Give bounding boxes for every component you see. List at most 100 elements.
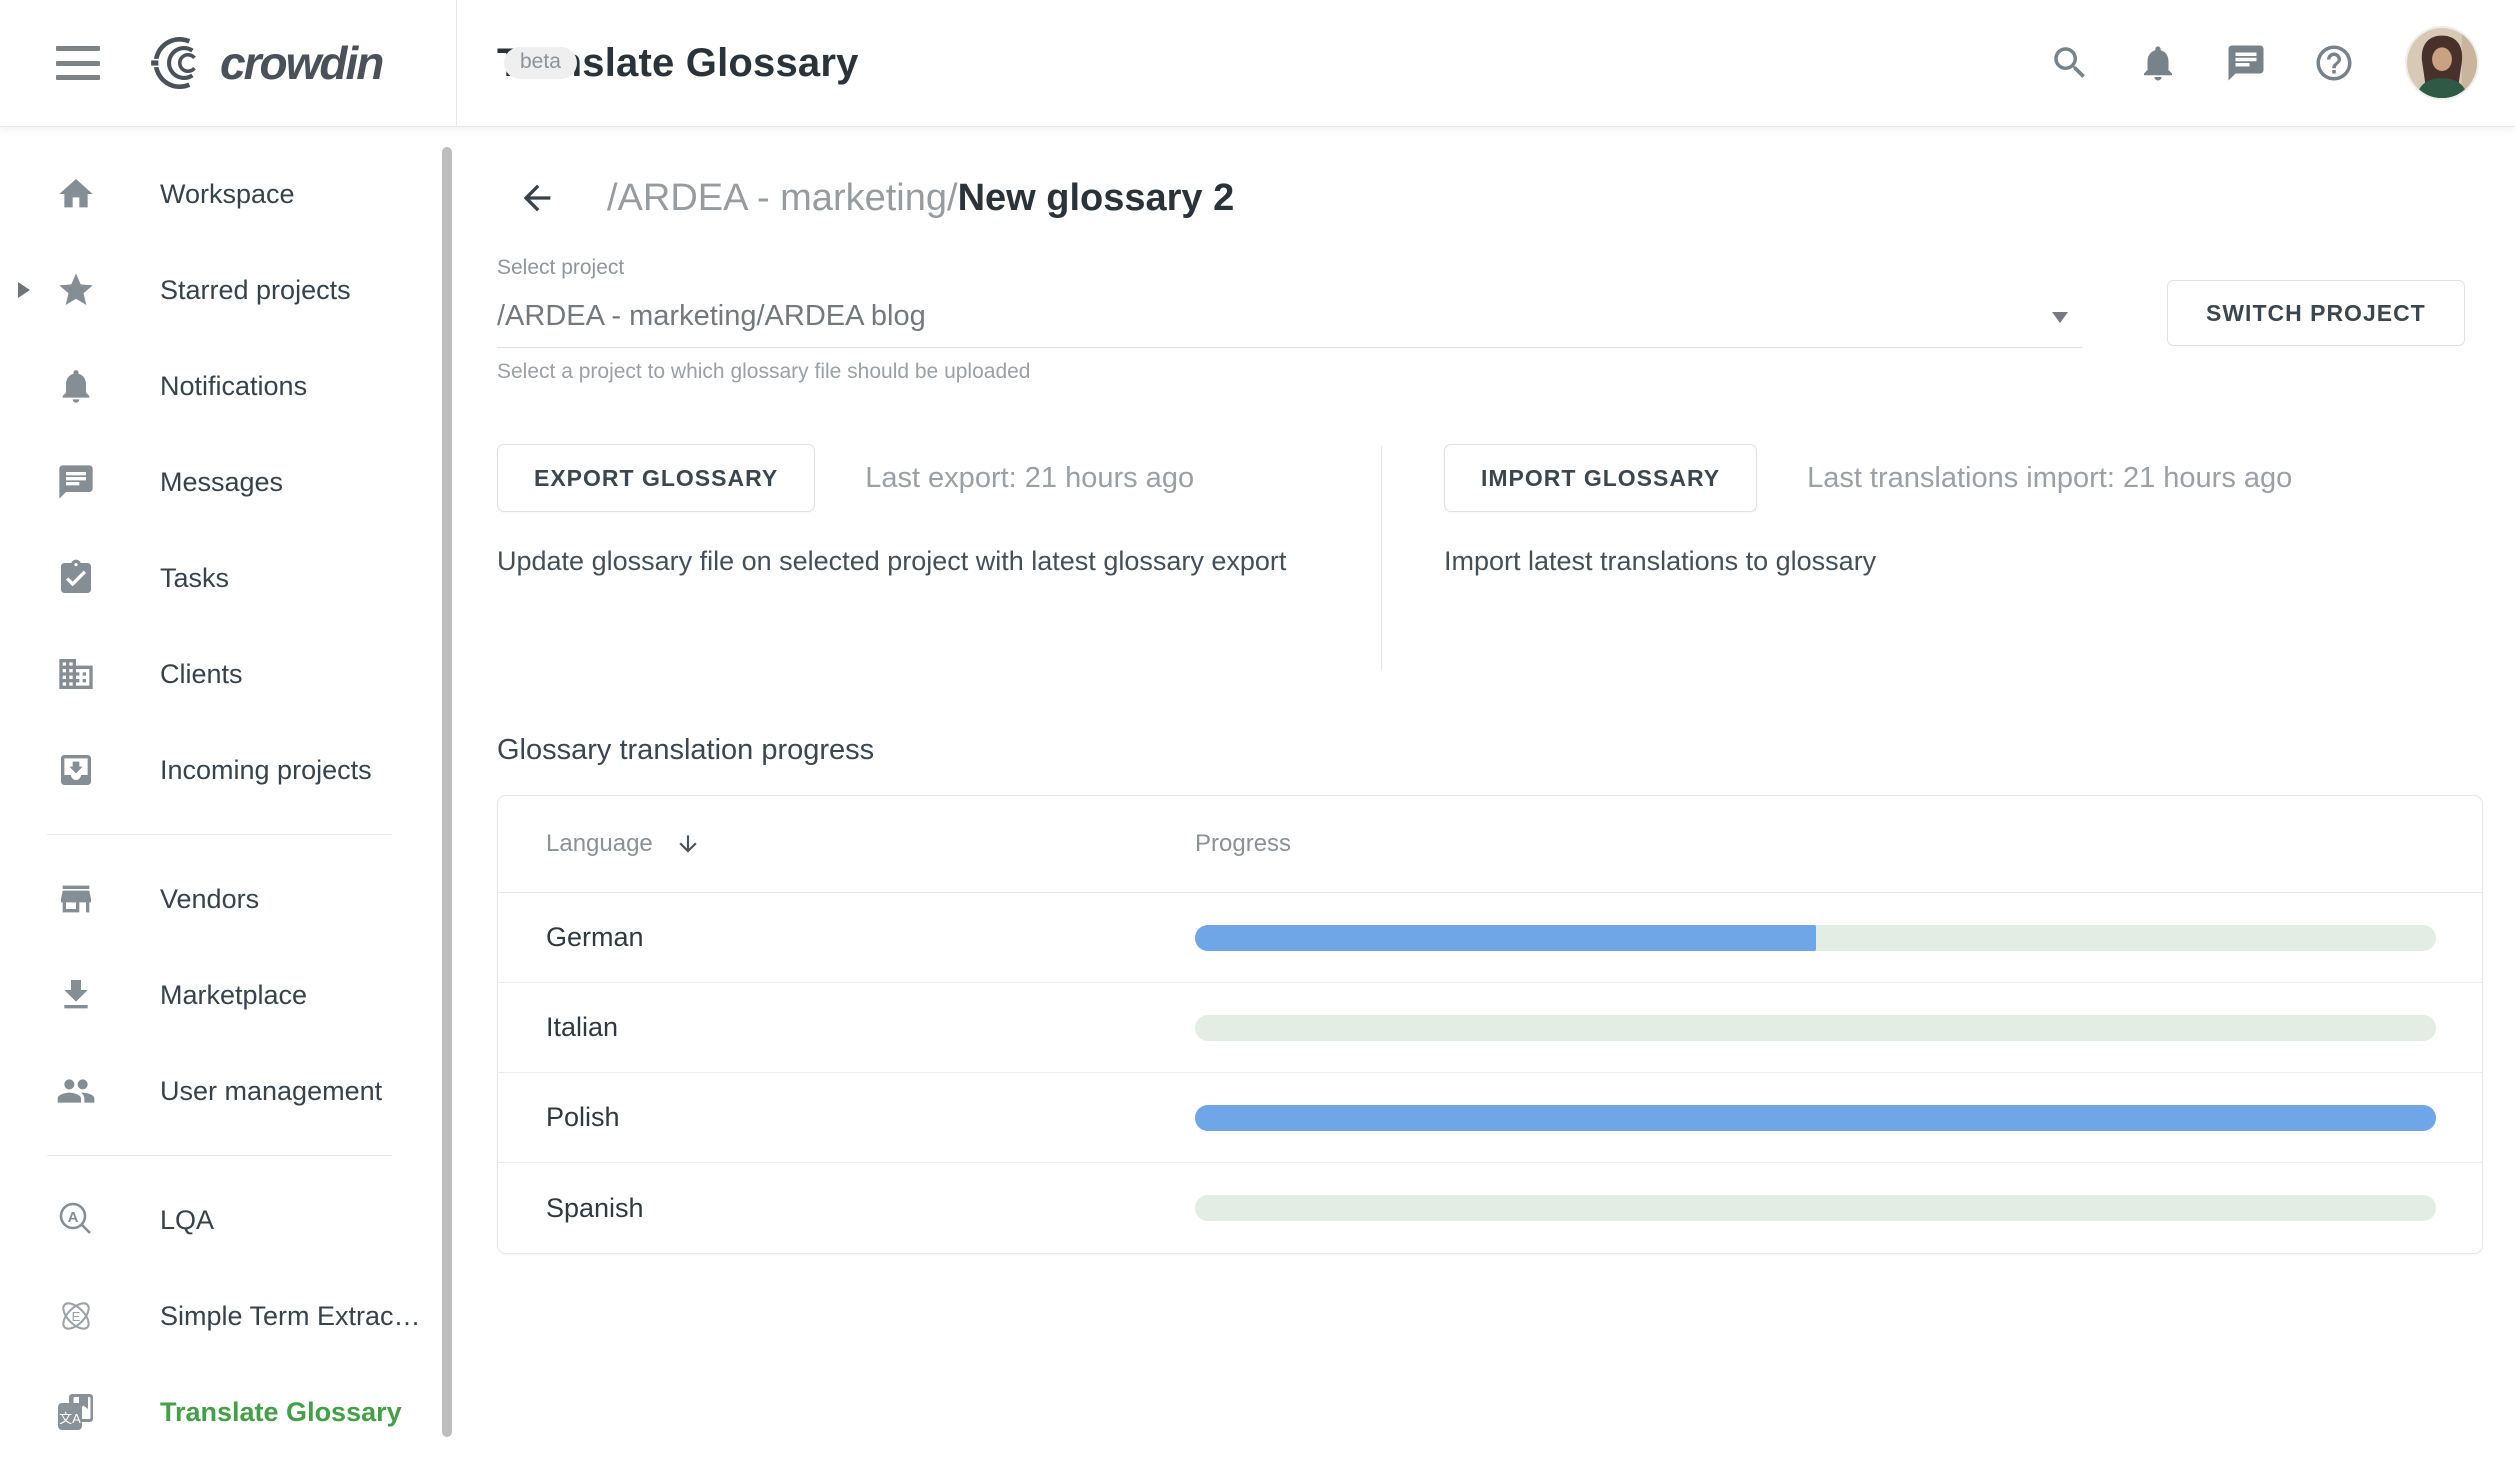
sidebar: Workspace Starred projects Notifications…: [0, 126, 457, 1469]
sidebar-item-workspace[interactable]: Workspace: [0, 146, 457, 242]
top-bar: crowdin beta Translate Glossary: [0, 0, 2515, 126]
sidebar-item-label: Workspace: [160, 179, 295, 210]
back-button[interactable]: [515, 176, 559, 220]
expand-caret-icon[interactable]: [18, 282, 30, 298]
main-content: /ARDEA - marketing/New glossary 2 Select…: [457, 126, 2515, 1469]
logo-text: crowdin: [220, 36, 382, 90]
chat-icon: [56, 462, 96, 502]
clients-icon: [56, 654, 96, 694]
avatar-image: [2407, 28, 2477, 98]
top-bar-main: Translate Glossary: [457, 0, 2515, 126]
project-select-value: /ARDEA - marketing/ARDEA blog: [497, 300, 926, 333]
top-bar-logo-area: crowdin beta: [0, 0, 457, 126]
sidebar-item-notifications[interactable]: Notifications: [0, 338, 457, 434]
sidebar-item-label: Translate Glossary: [160, 1397, 402, 1428]
store-icon: [56, 879, 96, 919]
sidebar-item-lqa[interactable]: A LQA: [0, 1172, 457, 1268]
sidebar-item-marketplace[interactable]: Marketplace: [0, 947, 457, 1043]
table-row: German: [498, 893, 2482, 983]
language-cell: Spanish: [498, 1193, 1195, 1224]
sidebar-item-label: Starred projects: [160, 275, 351, 306]
search-button[interactable]: [2047, 40, 2093, 86]
svg-text:E: E: [72, 1309, 81, 1324]
language-cell: Italian: [498, 1012, 1195, 1043]
sort-descending-icon: [675, 831, 701, 857]
lqa-icon: A: [56, 1200, 96, 1240]
sidebar-item-messages[interactable]: Messages: [0, 434, 457, 530]
breadcrumb: /ARDEA - marketing/New glossary 2: [607, 177, 1234, 220]
crowdin-logo[interactable]: crowdin beta: [146, 33, 382, 93]
select-project-label: Select project: [497, 256, 2082, 280]
last-import-status: Last translations import: 21 hours ago: [1807, 462, 2292, 495]
home-icon: [56, 174, 96, 214]
sidebar-item-simple-term-extractor[interactable]: E Simple Term Extrac…: [0, 1268, 457, 1364]
progress-bar-track: [1195, 1015, 2436, 1041]
export-description: Update glossary file on selected project…: [497, 546, 1381, 577]
bell-icon: [2137, 42, 2179, 84]
translate-glossary-icon: 文A: [56, 1392, 96, 1432]
breadcrumb-current: New glossary 2: [958, 177, 1235, 219]
beta-badge: beta: [504, 47, 577, 79]
inbox-icon: [56, 750, 96, 790]
breadcrumb-path: /ARDEA - marketing/: [607, 177, 958, 219]
project-select[interactable]: /ARDEA - marketing/ARDEA blog: [497, 286, 2082, 348]
svg-text:A: A: [68, 1209, 79, 1226]
notifications-button[interactable]: [2135, 40, 2181, 86]
language-column-label: Language: [546, 830, 653, 858]
sidebar-item-label: Clients: [160, 659, 243, 690]
export-glossary-button[interactable]: EXPORT GLOSSARY: [497, 444, 815, 512]
progress-bar-fill: [1195, 1105, 2436, 1131]
table-row: Italian: [498, 983, 2482, 1073]
people-icon: [56, 1071, 96, 1111]
progress-bar-track: [1195, 1195, 2436, 1221]
svg-text:文A: 文A: [59, 1411, 81, 1426]
star-icon: [56, 270, 96, 310]
sidebar-item-tasks[interactable]: Tasks: [0, 530, 457, 626]
back-arrow-icon: [517, 178, 557, 218]
select-project-helper: Select a project to which glossary file …: [497, 360, 2082, 384]
language-cell: Polish: [498, 1102, 1195, 1133]
chevron-down-icon: [2052, 312, 2068, 323]
table-row: Spanish: [498, 1163, 2482, 1253]
messages-button[interactable]: [2223, 40, 2269, 86]
sidebar-item-label: Notifications: [160, 371, 307, 402]
switch-project-button[interactable]: SWITCH PROJECT: [2167, 280, 2465, 346]
search-icon: [2049, 42, 2091, 84]
progress-table: Language Progress German Italian Polish: [497, 795, 2483, 1254]
column-header-progress: Progress: [1195, 830, 1291, 858]
sidebar-item-label: Vendors: [160, 884, 259, 915]
sidebar-item-user-management[interactable]: User management: [0, 1043, 457, 1139]
sidebar-item-label: Simple Term Extrac…: [160, 1301, 421, 1332]
progress-bar-track: [1195, 925, 2436, 951]
crowdin-app: crowdin beta Translate Glossary: [0, 0, 2515, 1469]
sidebar-item-label: Incoming projects: [160, 755, 372, 786]
language-cell: German: [498, 922, 1195, 953]
table-header-row: Language Progress: [498, 796, 2482, 893]
download-icon: [56, 975, 96, 1015]
progress-bar-track: [1195, 1105, 2436, 1131]
chat-icon: [2225, 42, 2267, 84]
sidebar-item-label: User management: [160, 1076, 382, 1107]
sidebar-item-vendors[interactable]: Vendors: [0, 851, 457, 947]
term-extractor-icon: E: [56, 1296, 96, 1336]
sidebar-item-label: Marketplace: [160, 980, 307, 1011]
user-avatar[interactable]: [2405, 26, 2479, 100]
bell-icon: [56, 366, 96, 406]
sidebar-item-label: LQA: [160, 1205, 214, 1236]
sidebar-item-incoming-projects[interactable]: Incoming projects: [0, 722, 457, 818]
sidebar-divider: [47, 1155, 392, 1156]
tasks-icon: [56, 558, 96, 598]
import-glossary-button[interactable]: IMPORT GLOSSARY: [1444, 444, 1757, 512]
sidebar-item-clients[interactable]: Clients: [0, 626, 457, 722]
hamburger-menu-icon[interactable]: [56, 46, 100, 80]
table-row: Polish: [498, 1073, 2482, 1163]
help-icon: [2313, 42, 2355, 84]
progress-bar-fill: [1195, 925, 1816, 951]
sidebar-scrollbar[interactable]: [442, 147, 452, 1437]
crowdin-logo-mark: [146, 33, 212, 93]
progress-section-heading: Glossary translation progress: [497, 734, 2483, 767]
sidebar-item-translate-glossary[interactable]: 文A Translate Glossary: [0, 1364, 457, 1460]
sidebar-item-starred-projects[interactable]: Starred projects: [0, 242, 457, 338]
column-header-language[interactable]: Language: [498, 830, 1195, 858]
help-button[interactable]: [2311, 40, 2357, 86]
